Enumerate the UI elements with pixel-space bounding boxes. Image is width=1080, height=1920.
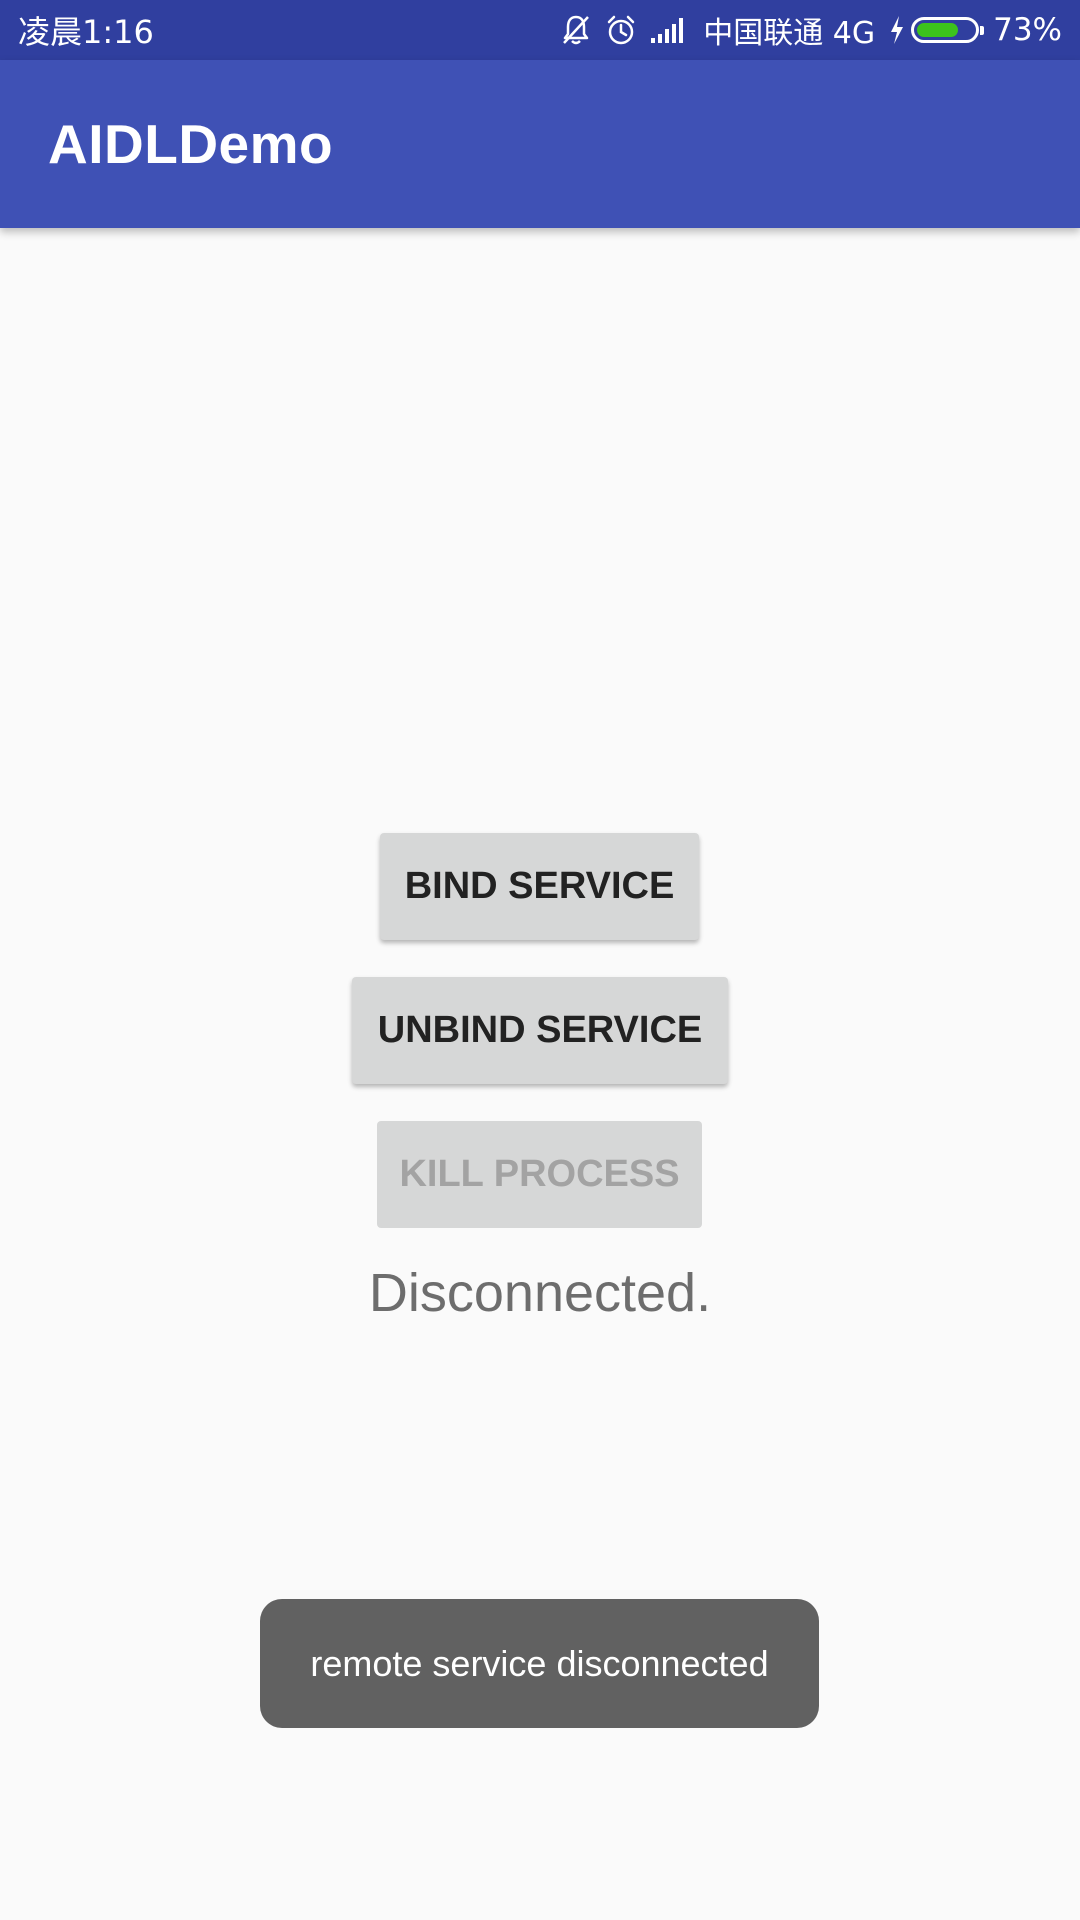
- bell-off-icon: [561, 14, 591, 46]
- battery-percent: 73%: [993, 12, 1062, 48]
- carrier-label: 中国联通 4G: [703, 16, 876, 51]
- alarm-icon: [605, 14, 637, 46]
- status-icons: 中国联通 4G 73%: [547, 8, 1062, 52]
- app-title: AIDLDemo: [48, 113, 334, 175]
- kill-process-button[interactable]: KILL PROCESS: [377, 1121, 702, 1228]
- charging-bolt-icon: [889, 15, 905, 45]
- connection-status: Disconnected.: [368, 1263, 712, 1323]
- app-bar: AIDLDemo: [0, 60, 1080, 228]
- unbind-service-button[interactable]: UNBIND SERVICE: [352, 977, 728, 1084]
- battery-icon: [911, 17, 985, 43]
- status-bar: 凌晨1:16 中国联通 4G 73%: [0, 0, 1080, 60]
- toast-message: remote service disconnected: [260, 1599, 819, 1728]
- bind-service-button[interactable]: BIND SERVICE: [380, 833, 699, 940]
- battery-level-fill: [917, 23, 959, 37]
- status-time: 凌晨1:16: [18, 13, 154, 51]
- signal-icon: [651, 16, 689, 44]
